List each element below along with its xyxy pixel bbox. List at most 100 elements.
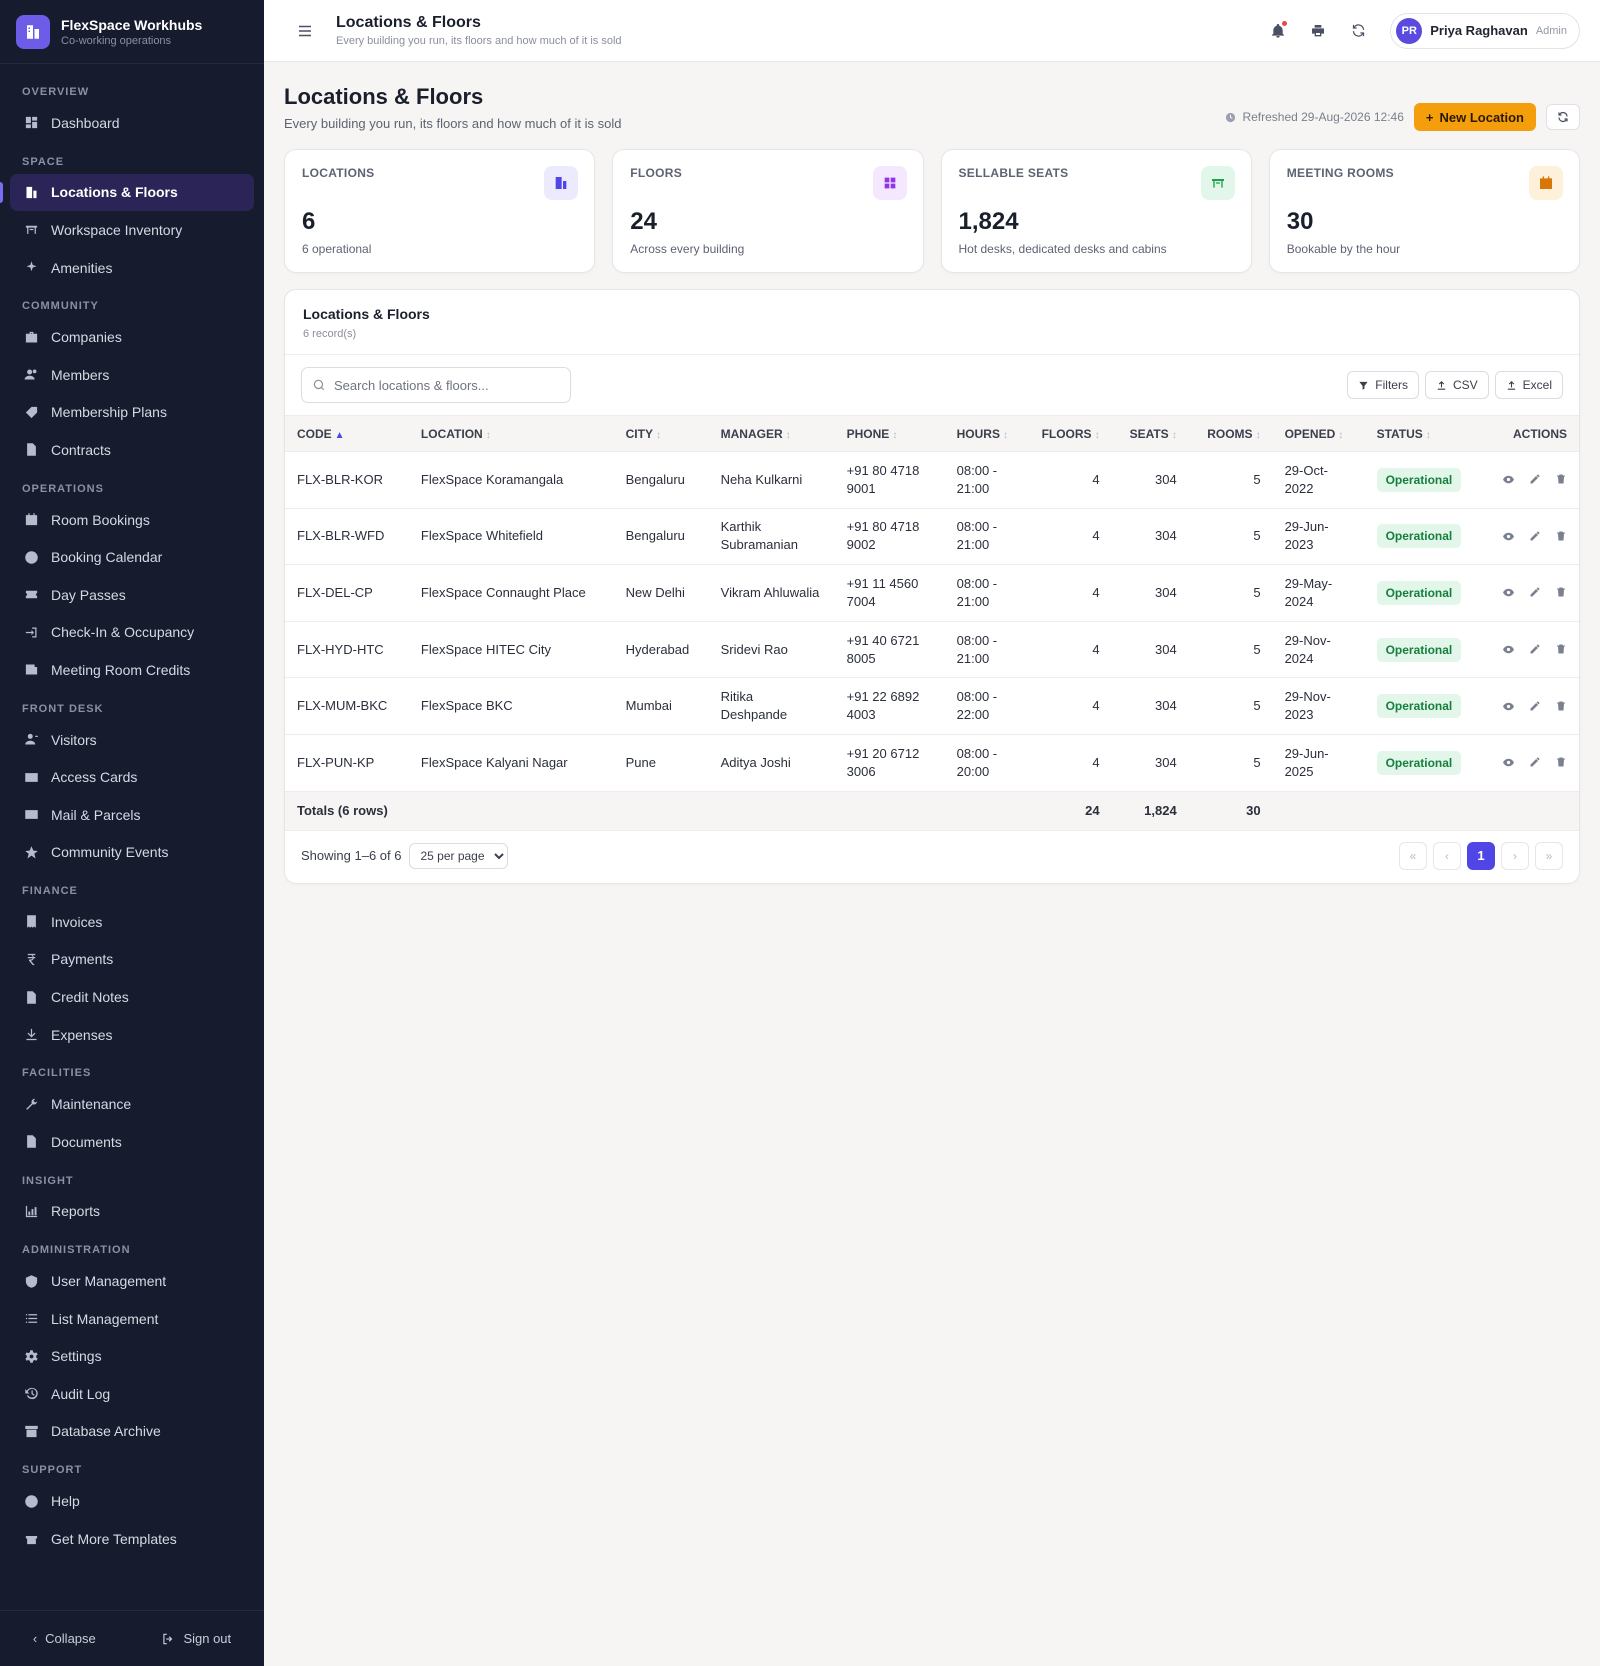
table-row[interactable]: FLX-BLR-KOR FlexSpace Koramangala Bengalur…	[285, 451, 1579, 509]
edit-icon[interactable]	[1529, 473, 1541, 486]
cell-actions	[1482, 621, 1579, 679]
trash-icon[interactable]	[1555, 473, 1567, 486]
sidebar-item-room-bookings[interactable]: Room Bookings	[10, 501, 254, 539]
sidebar-item-label: Amenities	[51, 259, 113, 276]
view-icon[interactable]	[1502, 643, 1515, 656]
column-header-seats[interactable]: SEATS ↕	[1111, 415, 1189, 452]
sidebar-item-locations-floors[interactable]: Locations & Floors	[0, 173, 254, 212]
sidebar-item-credit-notes[interactable]: Credit Notes	[10, 978, 254, 1016]
sidebar-item-invoices[interactable]: Invoices	[10, 903, 254, 941]
bell-icon[interactable]	[1266, 19, 1290, 43]
table-row[interactable]: FLX-PUN-KP FlexSpace Kalyani Nagar Pune Adi…	[285, 734, 1579, 792]
csv-button[interactable]: CSV	[1424, 371, 1489, 399]
menu-toggle-icon[interactable]	[292, 18, 318, 44]
sidebar-item-user-management[interactable]: User Management	[10, 1262, 254, 1300]
column-header-hours[interactable]: HOURS ↕	[944, 415, 1023, 452]
table-row[interactable]: FLX-DEL-CP FlexSpace Connaught Place New D…	[285, 564, 1579, 622]
filters-button[interactable]: Filters	[1347, 371, 1419, 399]
sidebar-item-companies[interactable]: Companies	[10, 318, 254, 356]
column-header-manager[interactable]: MANAGER ↕	[708, 415, 835, 452]
cell-manager: Vikram Ahluwalia	[708, 564, 835, 622]
sidebar-item-community-events[interactable]: Community Events	[10, 834, 254, 872]
sidebar-item-meeting-room-credits[interactable]: Meeting Room Credits	[10, 651, 254, 689]
column-header-location[interactable]: LOCATION ↕	[408, 415, 614, 452]
column-header-floors[interactable]: FLOORS ↕	[1022, 415, 1112, 452]
column-header-phone[interactable]: PHONE ↕	[834, 415, 945, 452]
collapse-button[interactable]: ‹ Collapse	[33, 1631, 96, 1646]
column-header-status[interactable]: STATUS ↕	[1364, 415, 1483, 452]
trash-icon[interactable]	[1555, 530, 1567, 543]
view-icon[interactable]	[1502, 530, 1515, 543]
sidebar-item-documents[interactable]: Documents	[10, 1123, 254, 1161]
last-page-button[interactable]: »	[1535, 841, 1563, 870]
view-icon[interactable]	[1502, 756, 1515, 769]
sidebar-item-members[interactable]: Members	[10, 356, 254, 394]
refresh-icon[interactable]	[1346, 19, 1370, 43]
view-icon[interactable]	[1502, 586, 1515, 599]
cell-floors: 4	[1022, 508, 1112, 566]
edit-icon[interactable]	[1529, 643, 1541, 656]
totals-rooms: 30	[1188, 791, 1273, 831]
first-page-button[interactable]: «	[1399, 841, 1427, 870]
page-content: Locations & Floors Every building you ru…	[264, 62, 1600, 884]
table-row[interactable]: FLX-HYD-HTC FlexSpace HITEC City Hyderabad…	[285, 621, 1579, 679]
cell-location: FlexSpace BKC	[408, 677, 614, 735]
print-icon[interactable]	[1306, 19, 1330, 43]
sidebar-item-database-archive[interactable]: Database Archive	[10, 1413, 254, 1451]
search-box	[301, 367, 571, 403]
sidebar-item-amenities[interactable]: Amenities	[10, 249, 254, 287]
prev-page-button[interactable]: ‹	[1433, 841, 1461, 870]
sidebar-item-reports[interactable]: Reports	[10, 1193, 254, 1231]
next-page-button[interactable]: ›	[1501, 841, 1529, 870]
sidebar-item-list-management[interactable]: List Management	[10, 1300, 254, 1338]
cell-seats: 304	[1111, 451, 1189, 509]
trash-icon[interactable]	[1555, 756, 1567, 769]
sidebar-item-get-more-templates[interactable]: Get More Templates	[10, 1520, 254, 1558]
reload-button[interactable]	[1546, 104, 1580, 130]
sidebar-item-contracts[interactable]: Contracts	[10, 431, 254, 469]
column-header-opened[interactable]: OPENED ↕	[1272, 415, 1365, 452]
edit-icon[interactable]	[1529, 756, 1541, 769]
showing-text: Showing 1–6 of 6	[301, 848, 402, 864]
sidebar-item-membership-plans[interactable]: Membership Plans	[10, 394, 254, 432]
sidebar-item-booking-calendar[interactable]: Booking Calendar	[10, 538, 254, 576]
page-1-button[interactable]: 1	[1467, 841, 1495, 870]
sidebar-item-payments[interactable]: Payments	[10, 941, 254, 979]
sidebar-item-help[interactable]: Help	[10, 1482, 254, 1520]
table-header-row: CODE ▲ LOCATION ↕ CITY ↕ MANAGER ↕ PHONE ↕ HOURS ↕ F…	[285, 415, 1579, 452]
sidebar-item-settings[interactable]: Settings	[10, 1337, 254, 1375]
table-row[interactable]: FLX-MUM-BKC FlexSpace BKC Mumbai Ritika Des…	[285, 677, 1579, 735]
trash-icon[interactable]	[1555, 700, 1567, 713]
sidebar-item-check-in-occupancy[interactable]: Check-In & Occupancy	[10, 614, 254, 652]
trash-icon[interactable]	[1555, 586, 1567, 599]
user-menu[interactable]: PR Priya Raghavan Admin	[1390, 12, 1580, 49]
cell-floors: 4	[1022, 677, 1112, 735]
status-badge: Operational	[1376, 580, 1462, 605]
per-page-select[interactable]: 25 per page	[409, 842, 509, 869]
stat-label: SELLABLE SEATS	[958, 166, 1069, 180]
sidebar-item-expenses[interactable]: Expenses	[10, 1016, 254, 1054]
view-icon[interactable]	[1502, 473, 1515, 486]
sign-out-button[interactable]: Sign out	[161, 1631, 231, 1646]
sidebar-item-mail-parcels[interactable]: Mail & Parcels	[10, 796, 254, 834]
column-header-city[interactable]: CITY ↕	[613, 415, 709, 452]
sidebar-item-dashboard[interactable]: Dashboard	[10, 104, 254, 142]
sidebar-item-maintenance[interactable]: Maintenance	[10, 1085, 254, 1123]
sidebar-item-visitors[interactable]: Visitors	[10, 721, 254, 759]
search-input[interactable]	[334, 377, 560, 393]
edit-icon[interactable]	[1529, 700, 1541, 713]
excel-button[interactable]: Excel	[1494, 371, 1563, 399]
column-header-rooms[interactable]: ROOMS ↕	[1188, 415, 1273, 452]
edit-icon[interactable]	[1529, 586, 1541, 599]
sidebar-item-day-passes[interactable]: Day Passes	[10, 576, 254, 614]
sidebar-item-access-cards[interactable]: Access Cards	[10, 758, 254, 796]
pager: « ‹ 1 › »	[1399, 841, 1563, 870]
sidebar-item-workspace-inventory[interactable]: Workspace Inventory	[10, 211, 254, 249]
sidebar-item-audit-log[interactable]: Audit Log	[10, 1375, 254, 1413]
trash-icon[interactable]	[1555, 643, 1567, 656]
view-icon[interactable]	[1502, 700, 1515, 713]
new-location-button[interactable]: + New Location	[1413, 103, 1536, 131]
edit-icon[interactable]	[1529, 530, 1541, 543]
table-row[interactable]: FLX-BLR-WFD FlexSpace Whitefield Bengaluru…	[285, 508, 1579, 566]
column-header-code[interactable]: CODE ▲	[285, 415, 409, 452]
